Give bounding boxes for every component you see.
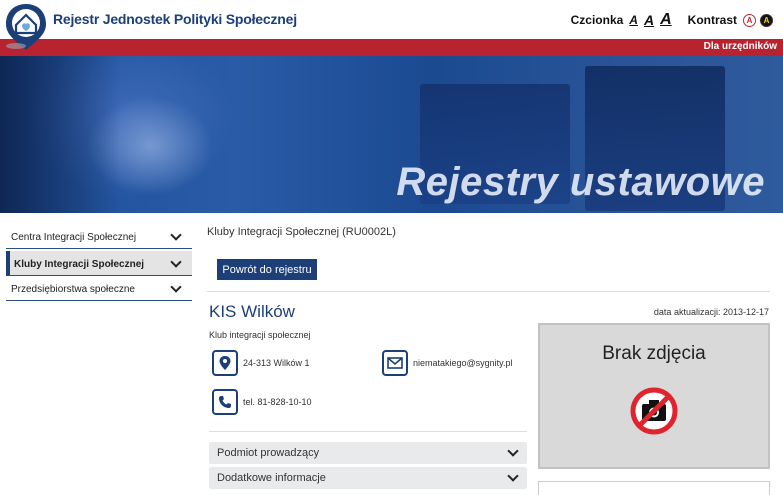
accordion-label: Dodatkowe informacje: [217, 472, 326, 484]
no-photo-text: Brak zdjęcia: [602, 343, 706, 364]
officials-link[interactable]: Dla urzędników: [704, 41, 777, 52]
chevron-down-icon: [507, 445, 519, 457]
contrast-high-button[interactable]: A: [760, 13, 773, 27]
site-title[interactable]: Rejestr Jednostek Polityki Społecznej: [53, 11, 297, 27]
email-block: niematakiego@sygnity.pl: [382, 350, 513, 376]
sidebar-item-label: Centra Integracji Społecznej: [11, 232, 137, 243]
phone-text: tel. 81-828-10-10: [243, 397, 312, 407]
update-date: data aktualizacji: 2013-12-17: [653, 307, 769, 317]
chevron-down-icon: [507, 470, 519, 482]
sidebar-nav: Centra Integracji Społecznej Kluby Integ…: [6, 224, 192, 301]
divider: [207, 291, 770, 292]
chevron-down-icon: [170, 229, 182, 241]
sidebar-item-kluby[interactable]: Kluby Integracji Społecznej: [6, 251, 192, 276]
sidebar-item-label: Przedsiębiorstwa społeczne: [11, 284, 135, 295]
location-pin-icon: [212, 350, 238, 376]
font-large-button[interactable]: A: [660, 11, 672, 29]
accessibility-tools: Czcionka A A A Kontrast A A: [571, 11, 773, 29]
accordion-label: Podmiot prowadzący: [217, 447, 320, 459]
font-medium-button[interactable]: A: [644, 12, 654, 28]
address-block: 24-313 Wilków 1: [212, 350, 310, 376]
chevron-down-icon: [170, 281, 182, 293]
banner-shade: [0, 56, 120, 213]
phone-block: tel. 81-828-10-10: [212, 389, 312, 415]
back-to-register-button[interactable]: Powrót do rejestru: [217, 259, 317, 280]
envelope-icon[interactable]: [382, 350, 408, 376]
contrast-normal-button[interactable]: A: [743, 13, 756, 27]
sidebar-item-centra[interactable]: Centra Integracji Społecznej: [6, 224, 192, 249]
banner-title: Rejestry ustawowe: [396, 160, 765, 204]
font-small-button[interactable]: A: [629, 13, 638, 27]
contrast-label: Kontrast: [687, 13, 737, 27]
accordion-additional-info[interactable]: Dodatkowe informacje: [209, 467, 527, 489]
site-logo[interactable]: [2, 2, 50, 52]
email-link[interactable]: niematakiego@sygnity.pl: [413, 358, 513, 368]
no-camera-icon: [630, 387, 678, 435]
divider: [209, 431, 527, 432]
top-red-bar: Dla urzędników: [0, 39, 783, 56]
secondary-panel: [538, 481, 770, 495]
phone-icon: [212, 389, 238, 415]
font-size-label: Czcionka: [570, 13, 624, 27]
photo-placeholder: Brak zdjęcia: [538, 323, 770, 469]
address-text: 24-313 Wilków 1: [243, 358, 310, 368]
chevron-down-icon: [170, 256, 182, 268]
hero-banner: Rejestry ustawowe: [0, 56, 783, 213]
sidebar-item-label: Kluby Integracji Społecznej: [14, 259, 145, 270]
page-header: Rejestr Jednostek Polityki Społecznej Cz…: [0, 0, 783, 50]
entity-type: Klub integracji społecznej: [209, 330, 311, 340]
breadcrumb: Kluby Integracji Społecznej (RU0002L): [207, 226, 396, 238]
accordion-operator[interactable]: Podmiot prowadzący: [209, 442, 527, 464]
entity-title: KIS Wilków: [209, 302, 295, 321]
sidebar-item-przedsiebiorstwa[interactable]: Przedsiębiorstwa społeczne: [6, 276, 192, 301]
